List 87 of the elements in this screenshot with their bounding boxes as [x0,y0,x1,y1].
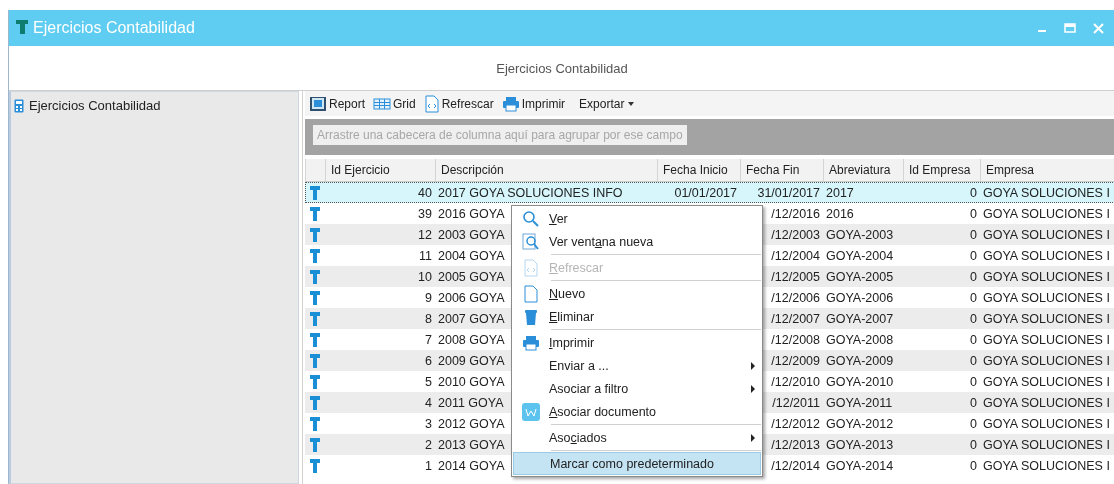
table-cell: GOYA SOLUCIONES I [983,291,1110,305]
table-cell: 0 [970,207,977,221]
table-cell: 6 [425,354,432,368]
table-cell: 1 [425,459,432,473]
table-cell: 2006 GOYA [438,291,505,305]
table-cell: GOYA-2003 [826,228,894,242]
table-cell: 2004 GOYA [438,249,505,263]
table-cell: /12/2003 [771,228,820,242]
table-cell: 0 [970,354,977,368]
table-cell: /12/2007 [771,312,820,326]
table-cell: 2014 GOYA [438,459,505,473]
table-cell: GOYA-2013 [826,438,894,452]
table-cell: GOYA SOLUCIONES I [983,270,1110,284]
table-cell: 0 [970,375,977,389]
table-cell: 2012 GOYA [438,417,505,431]
table-cell: GOYA-2006 [826,291,894,305]
table-cell: GOYA-2007 [826,312,894,326]
table-cell: 0 [970,186,977,200]
table-cell: GOYA-2005 [826,270,894,284]
table-cell: GOYA-2014 [826,459,894,473]
table-cell: GOYA SOLUCIONES I [983,249,1110,263]
table-cell: GOYA SOLUCIONES I [983,354,1110,368]
page-title: Ejercicios Contabilidad [496,60,628,76]
table-cell: 39 [418,207,432,221]
table-cell: 2010 GOYA [438,375,505,389]
table-cell: /12/2012 [771,417,820,431]
table-cell: 7 [425,333,432,347]
table-cell: /12/2011 [772,396,820,410]
table-cell: 0 [970,249,977,263]
table-cell: 0 [970,417,977,431]
table-cell: 0 [970,396,977,410]
table-cell: 0 [970,270,977,284]
table-cell: /12/2005 [771,270,820,284]
table-cell: 2017 GOYA SOLUCIONES INFO [438,186,623,200]
table-cell: GOYA-2004 [826,249,894,263]
table-cell: GOYA-2011 [826,396,893,410]
table-cell: 10 [418,270,432,284]
table-cell: GOYA-2009 [826,354,894,368]
table-cell: /12/2004 [771,249,820,263]
table-cell: 0 [970,438,977,452]
table-cell: /12/2006 [771,291,820,305]
table-cell: 3 [425,417,432,431]
table-cell: GOYA SOLUCIONES I [983,438,1110,452]
table-cell: 12 [418,228,432,242]
table-cell: /12/2009 [771,354,820,368]
table-cell: GOYA SOLUCIONES I [983,228,1110,242]
table-cell: 2003 GOYA [438,228,505,242]
table-cell: /12/2016 [771,207,820,221]
table-cell: 0 [970,291,977,305]
table-cell: 2 [425,438,432,452]
table-cell: 2009 GOYA [438,354,505,368]
table-cell: GOYA-2012 [826,417,894,431]
table-cell: GOYA SOLUCIONES I [983,333,1110,347]
table-cell: 40 [418,186,432,200]
table-cell: 2008 GOYA [438,333,505,347]
table-cell: 01/01/2017 [674,186,737,200]
table-cell: GOYA SOLUCIONES I [983,312,1110,326]
table-cell: GOYA-2010 [826,375,894,389]
table-cell: GOYA SOLUCIONES I [983,375,1110,389]
table-cell: 0 [970,459,977,473]
window-title: Ejercicios Contabilidad [33,19,196,37]
table-cell: GOYA-2008 [826,333,894,347]
table-cell: 9 [425,291,432,305]
table-cell: GOYA SOLUCIONES I [983,186,1110,200]
table-cell: 8 [425,312,432,326]
table-cell: 2013 GOYA [438,438,505,452]
table-cell: 2005 GOYA [438,270,505,284]
table-cell: 31/01/2017 [757,186,820,200]
table-cell: /12/2010 [771,375,820,389]
table-cell: 2016 [826,207,854,221]
table-cell: 2017 [826,186,854,200]
table-cell: 11 [419,249,432,263]
table-cell: GOYA SOLUCIONES I [983,207,1110,221]
table-cell: 4 [425,396,432,410]
table-cell: 5 [425,375,432,389]
table-cell: 2011 GOYA [438,396,504,410]
table-cell: 2007 GOYA [438,312,505,326]
table-cell: GOYA SOLUCIONES I [983,459,1110,473]
table-cell: /12/2013 [771,438,820,452]
table-cell: /12/2014 [771,459,820,473]
table-cell: 0 [970,333,977,347]
table-cell: GOYA SOLUCIONES I [983,396,1110,410]
table-cell: 2016 GOYA [438,207,505,221]
table-cell: /12/2008 [771,333,820,347]
table-cell: 0 [970,312,977,326]
table-cell: GOYA SOLUCIONES I [983,417,1110,431]
table-cell: 0 [970,228,977,242]
